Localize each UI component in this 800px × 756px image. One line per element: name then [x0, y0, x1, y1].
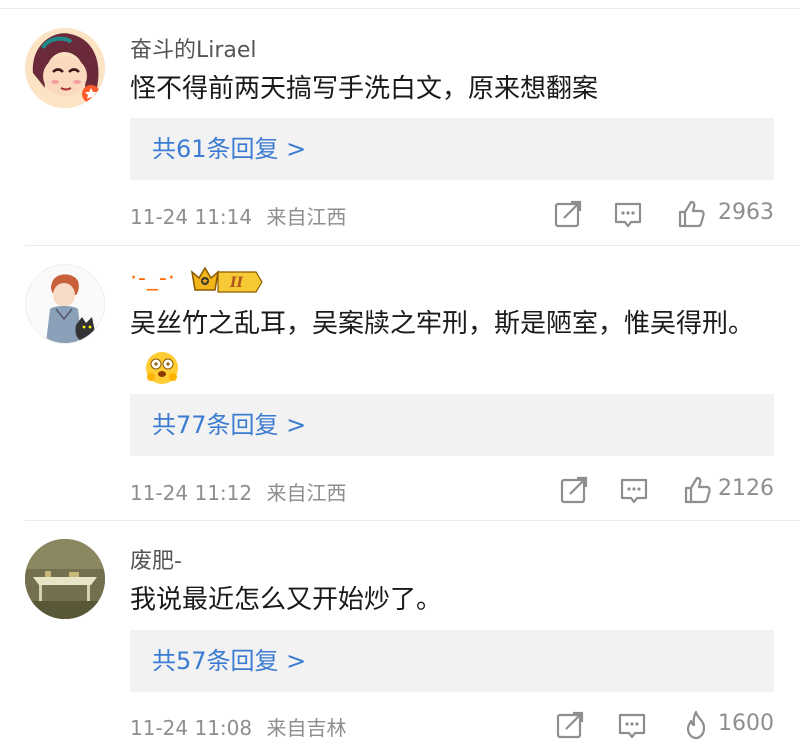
comment-meta: 11-24 11:08 来自吉林 [130, 712, 346, 741]
comment-item: 奋斗的Lirael 怪不得前两天搞写手洗白文，原来想翻案 共61条回复 > 11… [0, 0, 800, 245]
comment-text: 怪不得前两天搞写手洗白文，原来想翻案 [130, 74, 599, 104]
reply-box[interactable]: 共57条回复 > [130, 630, 774, 692]
comment-meta: 11-24 11:12 来自江西 [130, 477, 346, 506]
thumbs-up-icon[interactable] [676, 198, 708, 230]
like-count: 1600 [718, 711, 774, 736]
comment-actions: 2963 [540, 198, 774, 238]
user-avatar[interactable] [25, 539, 105, 619]
view-replies-link[interactable]: 共61条回复 > [152, 118, 306, 180]
view-replies-link[interactable]: 共57条回复 > [152, 630, 306, 692]
timestamp: 11-24 11:14 [130, 205, 253, 229]
reply-comment-icon[interactable] [616, 709, 648, 741]
comment-text: 我说最近怎么又开始炒了。 [130, 585, 443, 615]
view-replies-link[interactable]: 共77条回复 > [152, 394, 306, 456]
user-avatar[interactable] [25, 28, 105, 108]
badge-level: II [229, 275, 244, 291]
location: 来自江西 [266, 481, 347, 505]
username[interactable]: 奋斗的Lirael [130, 32, 257, 64]
reply-comment-icon[interactable] [618, 474, 650, 506]
comment-actions: 1600 [540, 709, 774, 749]
timestamp: 11-24 11:08 [130, 716, 253, 740]
comment-actions: 2126 [540, 474, 774, 514]
reply-comment-icon[interactable] [612, 198, 644, 230]
crown-badge-icon: II [190, 266, 263, 293]
location: 来自江西 [266, 205, 347, 229]
repost-icon[interactable] [552, 198, 584, 230]
username[interactable]: 废肥- [130, 543, 182, 575]
reply-box[interactable]: 共61条回复 > [130, 118, 774, 180]
location: 来自吉林 [266, 716, 347, 740]
like-count: 2963 [718, 200, 774, 225]
flame-icon[interactable] [680, 709, 712, 741]
repost-icon[interactable] [558, 474, 590, 506]
table-photo-avatar-icon [25, 539, 105, 619]
hugging-emoji-icon [146, 351, 178, 384]
repost-icon[interactable] [554, 709, 586, 741]
comment-item: 废肥- 我说最近怎么又开始炒了。 共57条回复 > 11-24 11:08 来自… [0, 521, 800, 756]
comment-text: 吴丝竹之乱耳，吴案牍之牢刑，斯是陋室，惟吴得刑。 [130, 303, 770, 389]
anime-boy-with-cat-avatar-icon [26, 265, 104, 343]
cartoon-girl-avatar-icon [25, 28, 105, 108]
timestamp: 11-24 11:12 [130, 481, 253, 505]
comment-text-body: 吴丝竹之乱耳，吴案牍之牢刑，斯是陋室，惟吴得刑。 [130, 309, 755, 339]
thumbs-up-icon[interactable] [682, 474, 714, 506]
comment-meta: 11-24 11:14 来自江西 [130, 201, 346, 230]
username[interactable]: ·-_-· [130, 266, 176, 291]
comment-item: ·-_-· II 吴丝竹之乱耳，吴案牍之牢刑，斯是陋室，惟吴得刑。 共77条回复… [0, 246, 800, 520]
like-count: 2126 [718, 476, 774, 501]
reply-box[interactable]: 共77条回复 > [130, 394, 774, 456]
user-avatar[interactable] [25, 264, 105, 344]
